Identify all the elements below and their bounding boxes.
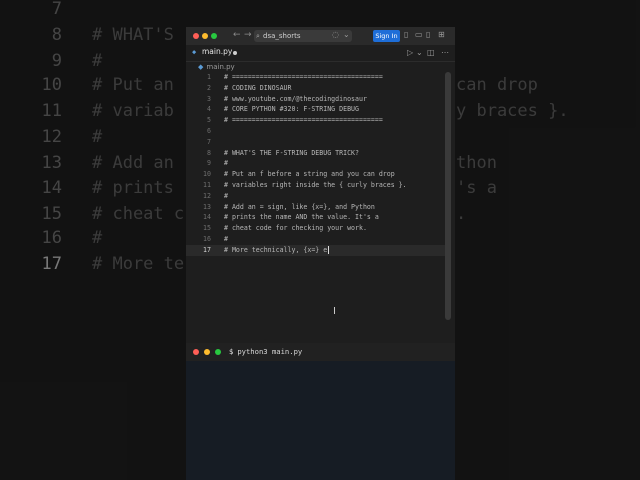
code-line: 8 # WHAT'S THE F-STRING DEBUG TRICK? xyxy=(207,148,359,157)
tab-main-py[interactable]: ◆ main.py xyxy=(186,45,242,61)
code-line: 3 # www.youtube.com/@thecodingdinosaur xyxy=(207,94,367,103)
toggle-panel-icon[interactable]: ▭ xyxy=(415,30,423,39)
code-line: 4 # CORE PYTHON #320: F-STRING DEBUG xyxy=(207,105,359,114)
code-line: 9 # xyxy=(207,159,228,168)
terminal-panel[interactable]: $ python3 main.py xyxy=(186,343,455,480)
run-icon[interactable]: ▷ xyxy=(407,48,413,57)
code-line: 6 xyxy=(207,126,211,135)
python-file-icon: ◆ xyxy=(192,48,197,56)
maximize-window-button[interactable] xyxy=(211,33,217,39)
search-icon: ⌕ xyxy=(256,32,260,40)
chevron-down-icon[interactable]: ⌄ xyxy=(416,48,423,57)
terminal-maximize-button[interactable] xyxy=(215,349,221,355)
code-line: 2 # CODING DINOSAUR xyxy=(207,83,292,92)
toggle-secondary-sidebar-icon[interactable]: ▯ xyxy=(426,30,430,39)
code-line: 14 # prints the name AND the value. It's … xyxy=(203,213,379,222)
code-line-active: 17 # More technically, {x=} e xyxy=(186,244,446,256)
chevron-down-icon[interactable]: ⌄ xyxy=(343,30,350,39)
code-editor[interactable]: 1 # =====================================… xyxy=(186,72,446,256)
code-line: 15 # cheat code for checking your work. xyxy=(203,224,367,233)
code-line: 12 # xyxy=(203,191,228,200)
minimize-window-button[interactable] xyxy=(202,33,208,39)
mouse-ibeam-icon: I xyxy=(333,306,336,317)
toggle-sidebar-icon[interactable]: ▯ xyxy=(404,30,408,39)
customize-layout-icon[interactable]: ⊞ xyxy=(438,30,445,39)
more-actions-icon[interactable]: ⋯ xyxy=(441,48,449,57)
terminal-minimize-button[interactable] xyxy=(204,349,210,355)
code-line: 11 # variables right inside the { curly b… xyxy=(203,180,407,189)
sign-in-button[interactable]: Sign In xyxy=(373,30,400,42)
terminal-command: $ python3 main.py xyxy=(229,347,303,356)
code-line: 10 # Put an f before a string and you can… xyxy=(203,170,395,179)
terminal-close-button[interactable] xyxy=(193,349,199,355)
back-arrow-icon[interactable]: ← xyxy=(233,30,241,40)
copilot-icon[interactable]: ◌ xyxy=(332,30,339,39)
editor-scrollbar[interactable] xyxy=(445,72,451,320)
titlebar: ← → ⌕ dsa_shorts ◌ ⌄ Sign In ▯ ▭ ▯ ⊞ xyxy=(186,27,455,45)
code-line: 16 # xyxy=(203,234,228,243)
tab-bar: ◆ main.py ▷ ⌄ ◫ ⋯ xyxy=(186,45,455,62)
text-cursor xyxy=(328,245,330,254)
forward-arrow-icon[interactable]: → xyxy=(244,30,252,40)
code-line: 5 # =====================================… xyxy=(207,116,383,125)
split-editor-icon[interactable]: ◫ xyxy=(427,48,435,57)
python-file-icon: ◆ xyxy=(198,63,204,71)
terminal-titlebar: $ python3 main.py xyxy=(186,343,455,361)
breadcrumb[interactable]: ◆ main.py xyxy=(198,63,235,71)
close-window-button[interactable] xyxy=(193,33,199,39)
unsaved-dot-icon xyxy=(233,51,237,55)
code-line: 7 xyxy=(207,137,211,146)
code-line: 13 # Add an = sign, like {x=}, and Python xyxy=(203,202,375,211)
code-line: 1 # =====================================… xyxy=(207,73,383,81)
editor-window: ← → ⌕ dsa_shorts ◌ ⌄ Sign In ▯ ▭ ▯ ⊞ ◆ m… xyxy=(186,27,455,480)
